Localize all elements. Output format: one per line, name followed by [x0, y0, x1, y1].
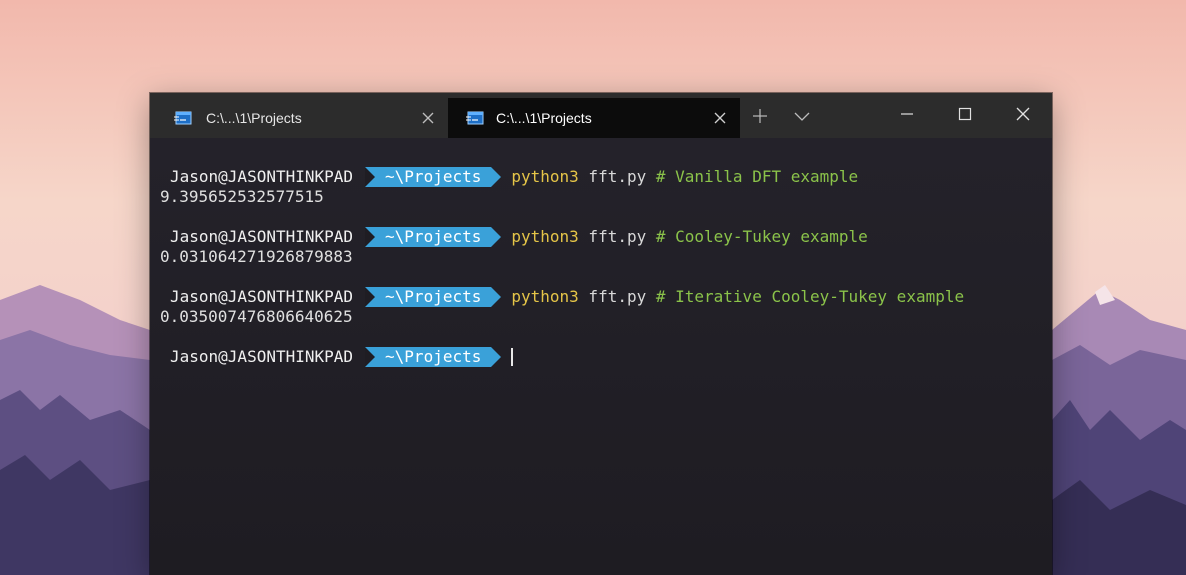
- maximize-icon: [958, 106, 972, 125]
- prompt-path: ~\Projects: [365, 287, 502, 307]
- prompt-line: Jason@JASONTHINKPAD ~\Projects python3 fft…: [160, 287, 964, 307]
- maximize-button[interactable]: [936, 93, 994, 138]
- prompt-path: ~\Projects: [365, 347, 502, 367]
- prompt-user: Jason@JASONTHINKPAD: [170, 167, 354, 186]
- terminal-icon: [174, 111, 192, 125]
- close-icon[interactable]: [712, 110, 728, 126]
- tab-dropdown-button[interactable]: [782, 98, 822, 138]
- prompt-user: Jason@JASONTHINKPAD: [170, 227, 354, 246]
- chevron-down-icon: [794, 108, 810, 128]
- command-comment: # Cooley-Tukey example: [655, 227, 868, 246]
- terminal-icon: [466, 111, 484, 125]
- title-bar[interactable]: C:\...\1\Projects C:\...\1\Projects: [150, 93, 1052, 138]
- tab-title: C:\...\1\Projects: [496, 110, 592, 126]
- command-comment: # Vanilla DFT example: [655, 167, 859, 186]
- tab-projects-2[interactable]: C:\...\1\Projects: [448, 98, 740, 138]
- terminal-window: C:\...\1\Projects C:\...\1\Projects Jaso…: [150, 93, 1052, 575]
- current-prompt-line[interactable]: Jason@JASONTHINKPAD ~\Projects: [160, 347, 514, 367]
- close-icon: [1015, 106, 1031, 126]
- minimize-button[interactable]: [878, 93, 936, 138]
- command-output: 9.395652532577515: [160, 187, 324, 206]
- command: python3: [511, 227, 579, 246]
- prompt-user: Jason@JASONTHINKPAD: [170, 287, 354, 306]
- command-output: 0.031064271926879883: [160, 247, 353, 266]
- close-icon[interactable]: [420, 110, 436, 126]
- prompt-line: Jason@JASONTHINKPAD ~\Projects python3 fft…: [160, 167, 858, 187]
- minimize-icon: [900, 106, 914, 125]
- tab-projects-1[interactable]: C:\...\1\Projects: [150, 98, 448, 138]
- command: python3: [511, 167, 579, 186]
- plus-icon: [752, 108, 768, 128]
- command-args: fft.py: [578, 227, 656, 246]
- prompt-user: Jason@JASONTHINKPAD: [170, 347, 354, 366]
- tab-title: C:\...\1\Projects: [206, 110, 302, 126]
- text-cursor: [511, 348, 514, 366]
- command-comment: # Iterative Cooley-Tukey example: [655, 287, 965, 306]
- new-tab-button[interactable]: [740, 98, 780, 138]
- close-window-button[interactable]: [994, 93, 1052, 138]
- prompt-path: ~\Projects: [365, 227, 502, 247]
- command: python3: [511, 287, 579, 306]
- prompt-line: Jason@JASONTHINKPAD ~\Projects python3 fft…: [160, 227, 868, 247]
- prompt-path: ~\Projects: [365, 167, 502, 187]
- terminal-content[interactable]: Jason@JASONTHINKPAD ~\Projects python3 fft…: [150, 138, 1052, 575]
- command-args: fft.py: [578, 287, 656, 306]
- command-args: fft.py: [578, 167, 656, 186]
- command-output: 0.035007476806640625: [160, 307, 353, 326]
